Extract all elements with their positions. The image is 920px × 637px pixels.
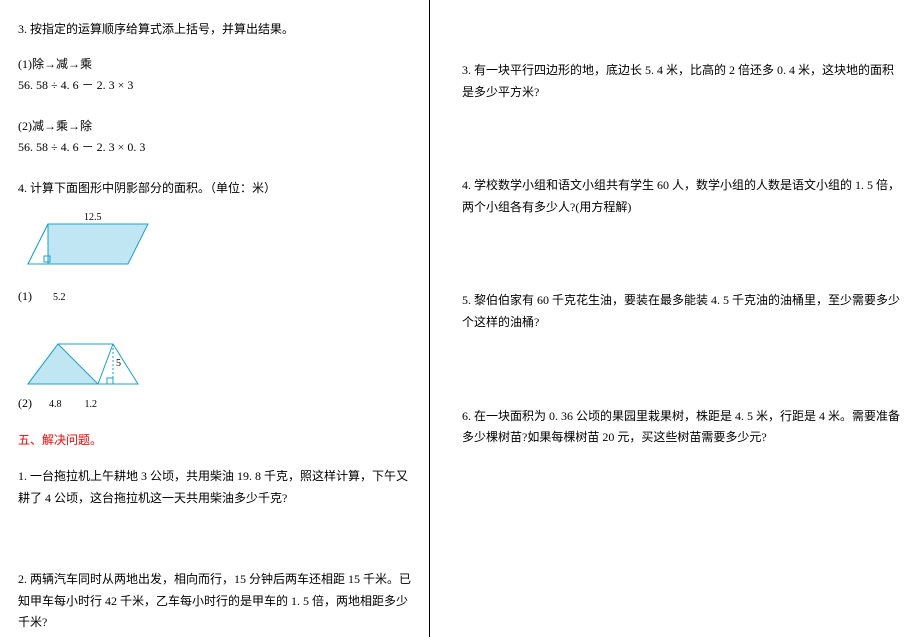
q4-title: 4. 计算下面图形中阴影部分的面积。（单位：米） [18,179,411,196]
right-q6: 6. 在一块面积为 0. 36 公顷的果园里栽果树，株距是 4. 5 米，行距是… [462,406,902,449]
s5-q1: 1. 一台拖拉机上午耕地 3 公顷，共用柴油 19. 8 千克，照这样计算，下午… [18,466,411,509]
s5-q2: 2. 两辆汽车同时从两地出发，相向而行，15 分钟后两车还相距 15 千米。已知… [18,569,411,634]
right-q3: 3. 有一块平行四边形的地，底边长 5. 4 米，比高的 2 倍还多 0. 4 … [462,60,902,103]
fig1-bottom-label: 5.2 [53,292,66,303]
parallelogram-shape [18,214,158,284]
q3-1-expression: 56. 58 ÷ 4. 6 － 2. 3 × 3 [18,76,411,93]
fig2-mid-label: 1.2 [85,399,98,410]
q3-2-expression: 56. 58 ÷ 4. 6 － 2. 3 × 0. 3 [18,138,411,155]
figure-1: 12.5 [18,214,411,295]
fig1-top-label: 12.5 [84,212,114,223]
fig2-index: (2) [18,396,32,411]
fig2-height-label: 5 [116,358,121,369]
q3-title: 3. 按指定的运算顺序给算式添上括号，并算出结果。 [18,20,411,37]
fig2-left-label: 4.8 [49,399,62,410]
q3-2-rule: (2)减→乘→除 [18,117,411,134]
figure-2: 5 [18,334,411,394]
section5-title: 五、解决问题。 [18,431,411,448]
fig1-index: (1) [18,289,32,304]
trapezoid-shape [18,334,158,394]
right-q5: 5. 黎伯伯家有 60 千克花生油，要装在最多能装 4. 5 千克油的油桶里，至… [462,290,902,333]
q3-1-rule: (1)除→减→乘 [18,55,411,72]
right-q4: 4. 学校数学小组和语文小组共有学生 60 人，数学小组的人数是语文小组的 1.… [462,175,902,218]
